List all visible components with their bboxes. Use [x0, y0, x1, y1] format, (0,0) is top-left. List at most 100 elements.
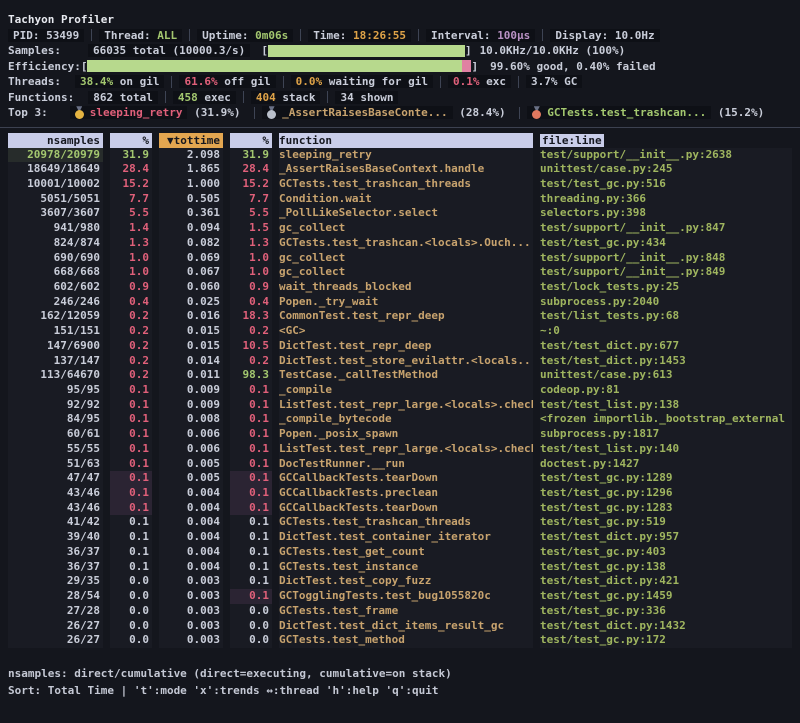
cell-pct-cumulative: 0.4: [230, 295, 272, 310]
cell-fileline: ~:0: [540, 324, 792, 339]
cell-function: <GC>: [279, 324, 533, 339]
cell-nsamples: 36/37: [8, 545, 103, 560]
cell-tottime: 0.009: [159, 383, 223, 398]
cell-nsamples: 147/6900: [8, 339, 103, 354]
cell-function: GCCallbackTests.tearDown: [279, 471, 533, 486]
function-stat-value: 458: [178, 91, 198, 104]
table-row: 36/370.10.0040.1GCTests.test_instancetes…: [8, 560, 792, 575]
cell-fileline: test/test_dict.py:1453: [540, 354, 792, 369]
cell-pct-cumulative: 0.1: [230, 515, 272, 530]
cell-fileline: test/test_gc.py:516: [540, 177, 792, 192]
cell-nsamples: 3607/3607: [8, 206, 103, 221]
functions-label: Functions:: [8, 91, 74, 104]
cell-tottime: 0.003: [159, 589, 223, 604]
cell-pct-direct: 0.1: [110, 412, 152, 427]
efficiency-bar-failed: [462, 60, 471, 72]
function-stat-label: stack: [276, 91, 316, 104]
cell-nsamples: 5051/5051: [8, 192, 103, 207]
cell-pct-direct: 0.0: [110, 604, 152, 619]
cell-fileline: subprocess.py:2040: [540, 295, 792, 310]
cell-pct-direct: 0.0: [110, 589, 152, 604]
cell-fileline: unittest/case.py:613: [540, 368, 792, 383]
status-item-label: Interval:: [431, 29, 497, 42]
function-stat: 34 shown: [335, 91, 398, 104]
threads-line: Threads: 38.4% on gil61.6% off gil0.0% w…: [8, 74, 792, 90]
cell-nsamples: 41/42: [8, 515, 103, 530]
table-row: 113/646700.20.01198.3TestCase._callTestM…: [8, 368, 792, 383]
function-stat: 458 exec: [173, 91, 236, 104]
cell-fileline: test/test_gc.py:1289: [540, 471, 792, 486]
status-item: PID: 53499: [8, 29, 84, 42]
table-row: 602/6020.90.0600.9wait_threads_blockedte…: [8, 280, 792, 295]
top3-entry: _AssertRaisesBaseConte...: [262, 106, 453, 119]
table-row: 137/1470.20.0140.2DictTest.test_store_ev…: [8, 354, 792, 369]
cell-function: GCTests.test_trashcan_threads: [279, 515, 533, 530]
cell-function: GCCallbackTests.preclean: [279, 486, 533, 501]
cell-fileline: test/test_dict.py:957: [540, 530, 792, 545]
cell-pct-direct: 7.7: [110, 192, 152, 207]
cell-function: GCTests.test_get_count: [279, 545, 533, 560]
top3-entries: sleeping_retry (31.9%) _AssertRaisesBase…: [70, 106, 771, 119]
column-header-function[interactable]: function: [279, 133, 533, 148]
cell-pct-cumulative: 0.1: [230, 471, 272, 486]
table-row: 20978/2097931.92.09831.9sleeping_retryte…: [8, 148, 792, 163]
status-item: Time: 18:26:55: [308, 29, 411, 42]
cell-fileline: test/test_gc.py:172: [540, 633, 792, 648]
cell-tottime: 0.014: [159, 354, 223, 369]
cell-pct-direct: 0.0: [110, 574, 152, 589]
table-row: 36/370.10.0040.1GCTests.test_get_countte…: [8, 545, 792, 560]
column-header-[interactable]: %: [110, 133, 152, 148]
separator-pipe: [254, 107, 255, 119]
table-row: 43/460.10.0040.1GCCallbackTests.preclean…: [8, 486, 792, 501]
cell-pct-cumulative: 1.3: [230, 236, 272, 251]
table-row: 162/120590.20.01618.3CommonTest.test_rep…: [8, 309, 792, 324]
table-row: 95/950.10.0090.1_compilecodeop.py:81: [8, 383, 792, 398]
cell-tottime: 2.098: [159, 148, 223, 163]
cell-pct-direct: 0.1: [110, 501, 152, 516]
separator-pipe: [283, 76, 284, 88]
thread-stat-label: waiting for gil: [322, 75, 428, 88]
table-row: 51/630.10.0050.1DocTestRunner.__rundocte…: [8, 457, 792, 472]
cell-function: DictTest.test_copy_fuzz: [279, 574, 533, 589]
cell-fileline: test/test_gc.py:519: [540, 515, 792, 530]
status-item-value: 100µs: [497, 29, 530, 42]
cell-pct-direct: 5.5: [110, 206, 152, 221]
column-header-nsamples[interactable]: nsamples: [8, 133, 103, 148]
cell-function: DocTestRunner.__run: [279, 457, 533, 472]
cell-fileline: test/test_gc.py:1296: [540, 486, 792, 501]
cell-tottime: 0.004: [159, 501, 223, 516]
column-header-tottime[interactable]: ▼tottime: [159, 133, 223, 148]
cell-fileline: test/test_gc.py:434: [540, 236, 792, 251]
cell-tottime: 0.361: [159, 206, 223, 221]
samples-rate: 10.0KHz/10.0KHz (100%): [480, 44, 626, 57]
thread-stat: 0.0% waiting for gil: [291, 75, 433, 88]
thread-stat: 38.4% on gil: [75, 75, 164, 88]
cell-nsamples: 18649/18649: [8, 162, 103, 177]
status-item-label: Thread:: [104, 29, 157, 42]
status-item-value: 18:26:55: [353, 29, 406, 42]
cell-function: GCCallbackTests.tearDown: [279, 501, 533, 516]
cell-fileline: test/test_list.py:140: [540, 442, 792, 457]
cell-function: Popen._try_wait: [279, 295, 533, 310]
top3-entry: GCTests.test_trashcan...: [527, 106, 711, 119]
profiler-terminal: Tachyon Profiler PID: 53499Thread: ALLUp…: [0, 0, 800, 723]
column-header-[interactable]: %: [230, 133, 272, 148]
table-row: 27/280.00.0030.0GCTests.test_frametest/t…: [8, 604, 792, 619]
cell-nsamples: 47/47: [8, 471, 103, 486]
cell-nsamples: 151/151: [8, 324, 103, 339]
table-row: 60/610.10.0060.1Popen._posix_spawnsubpro…: [8, 427, 792, 442]
separator-pipe: [542, 29, 543, 41]
cell-function: _compile: [279, 383, 533, 398]
cell-function: ListTest.test_repr_large.<locals>.check: [279, 442, 533, 457]
samples-bar-fill: [268, 45, 465, 57]
thread-stat-value: 38.4%: [80, 75, 113, 88]
cell-tottime: 0.094: [159, 221, 223, 236]
cell-pct-cumulative: 0.1: [230, 530, 272, 545]
column-header-fileline[interactable]: file:line: [540, 133, 792, 148]
cell-function: GCTests.test_trashcan_threads: [279, 177, 533, 192]
cell-tottime: 0.004: [159, 515, 223, 530]
cell-pct-direct: 0.1: [110, 398, 152, 413]
cell-function: GCTogglingTests.test_bug1055820c: [279, 589, 533, 604]
cell-function: wait_threads_blocked: [279, 280, 533, 295]
separator-pipe: [519, 107, 520, 119]
